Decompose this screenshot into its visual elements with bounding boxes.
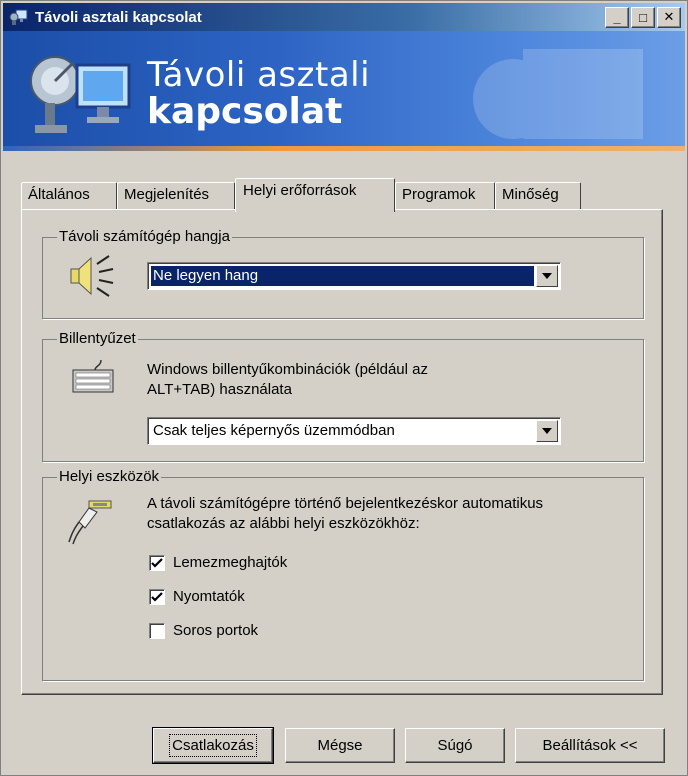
keyboard-description-line1: Windows billentyűkombinációk (például az bbox=[147, 361, 428, 378]
cancel-button[interactable]: Mégse bbox=[285, 728, 395, 763]
disk-drives-label: Lemezmeghajtók bbox=[173, 554, 288, 571]
devices-group-label: Helyi eszközök bbox=[57, 468, 162, 486]
sound-dropdown-button[interactable] bbox=[536, 265, 558, 287]
devices-description-line1: A távoli számítógépre történő bejelentke… bbox=[147, 495, 544, 512]
disk-drives-checkbox-box[interactable] bbox=[149, 554, 165, 571]
minimize-button[interactable]: _ bbox=[605, 6, 629, 28]
window-title: Távoli asztali kapcsolat bbox=[35, 8, 202, 26]
printers-label: Nyomtatók bbox=[173, 588, 245, 605]
help-button[interactable]: Súgó bbox=[405, 728, 505, 763]
keyboard-group-label: Billentyűzet bbox=[57, 330, 138, 348]
keyboard-select[interactable]: Csak teljes képernyős üzemmódban bbox=[147, 417, 561, 445]
close-button[interactable]: ✕ bbox=[657, 6, 681, 28]
remote-desktop-app-icon bbox=[9, 9, 28, 25]
banner-title-line1: Távoli asztali bbox=[147, 55, 371, 95]
checkmark-icon bbox=[151, 557, 163, 568]
options-button[interactable]: Beállítások << bbox=[515, 728, 665, 763]
sound-group-label: Távoli számítógép hangja bbox=[57, 228, 232, 246]
header-banner: Távoli asztali kapcsolat bbox=[3, 31, 685, 151]
printers-checkbox-box[interactable] bbox=[149, 588, 165, 605]
tab-minoseg[interactable]: Minőség bbox=[495, 182, 581, 210]
sound-group: Távoli számítógép hangja Ne legyen hang bbox=[42, 228, 644, 319]
maximize-button[interactable]: □ bbox=[631, 6, 655, 28]
connect-button-label: Csatlakozás bbox=[169, 734, 257, 757]
devices-description-line2: csatlakozás az alábbi helyi eszközökhöz: bbox=[147, 515, 420, 532]
connect-button[interactable]: Csatlakozás bbox=[152, 727, 274, 764]
device-plug-icon bbox=[68, 500, 112, 545]
banner-watermark bbox=[473, 49, 643, 139]
dialog-window: Távoli asztali kapcsolat _ □ ✕ Távoli as… bbox=[0, 0, 688, 776]
keyboard-description-line2: ALT+TAB) használata bbox=[147, 381, 292, 398]
options-button-label: Beállítások << bbox=[542, 737, 638, 754]
remote-desktop-logo bbox=[30, 56, 131, 133]
cancel-button-label: Mégse bbox=[317, 737, 363, 754]
tab-megjelenites[interactable]: Megjelenítés bbox=[117, 182, 235, 210]
printers-checkbox[interactable]: Nyomtatók bbox=[149, 588, 245, 605]
chevron-down-icon bbox=[542, 273, 552, 279]
help-button-label: Súgó bbox=[437, 737, 473, 754]
serial-ports-checkbox[interactable]: Soros portok bbox=[149, 622, 258, 639]
banner-accent-strip bbox=[3, 146, 685, 151]
speaker-icon bbox=[70, 255, 114, 297]
serial-ports-label: Soros portok bbox=[173, 622, 259, 639]
devices-group: Helyi eszközök A távoli számítógépre tör… bbox=[42, 468, 644, 681]
keyboard-group: Billentyűzet Windows billentyűkombináció… bbox=[42, 330, 644, 462]
tab-panel: Távoli számítógép hangja Ne legyen hang … bbox=[21, 209, 663, 695]
keyboard-icon bbox=[72, 359, 114, 393]
sound-select[interactable]: Ne legyen hang bbox=[147, 262, 561, 290]
title-bar[interactable]: Távoli asztali kapcsolat _ □ ✕ bbox=[3, 3, 685, 31]
serial-ports-checkbox-box[interactable] bbox=[149, 622, 165, 639]
keyboard-dropdown-button[interactable] bbox=[536, 420, 558, 442]
maximize-icon: □ bbox=[639, 9, 647, 25]
close-icon: ✕ bbox=[663, 9, 675, 24]
chevron-down-icon bbox=[542, 428, 552, 434]
banner-title-line2: kapcsolat bbox=[147, 91, 343, 132]
tab-altalanos[interactable]: Általános bbox=[21, 182, 117, 210]
checkmark-icon bbox=[151, 591, 163, 602]
keyboard-selected-value: Csak teljes képernyős üzemmódban bbox=[153, 422, 395, 439]
disk-drives-checkbox[interactable]: Lemezmeghajtók bbox=[149, 554, 287, 571]
tab-programok[interactable]: Programok bbox=[395, 182, 495, 210]
tab-helyi-eroforrasok[interactable]: Helyi erőforrások bbox=[235, 178, 395, 212]
minimize-icon: _ bbox=[613, 9, 621, 25]
sound-selected-value: Ne legyen hang bbox=[150, 265, 535, 287]
